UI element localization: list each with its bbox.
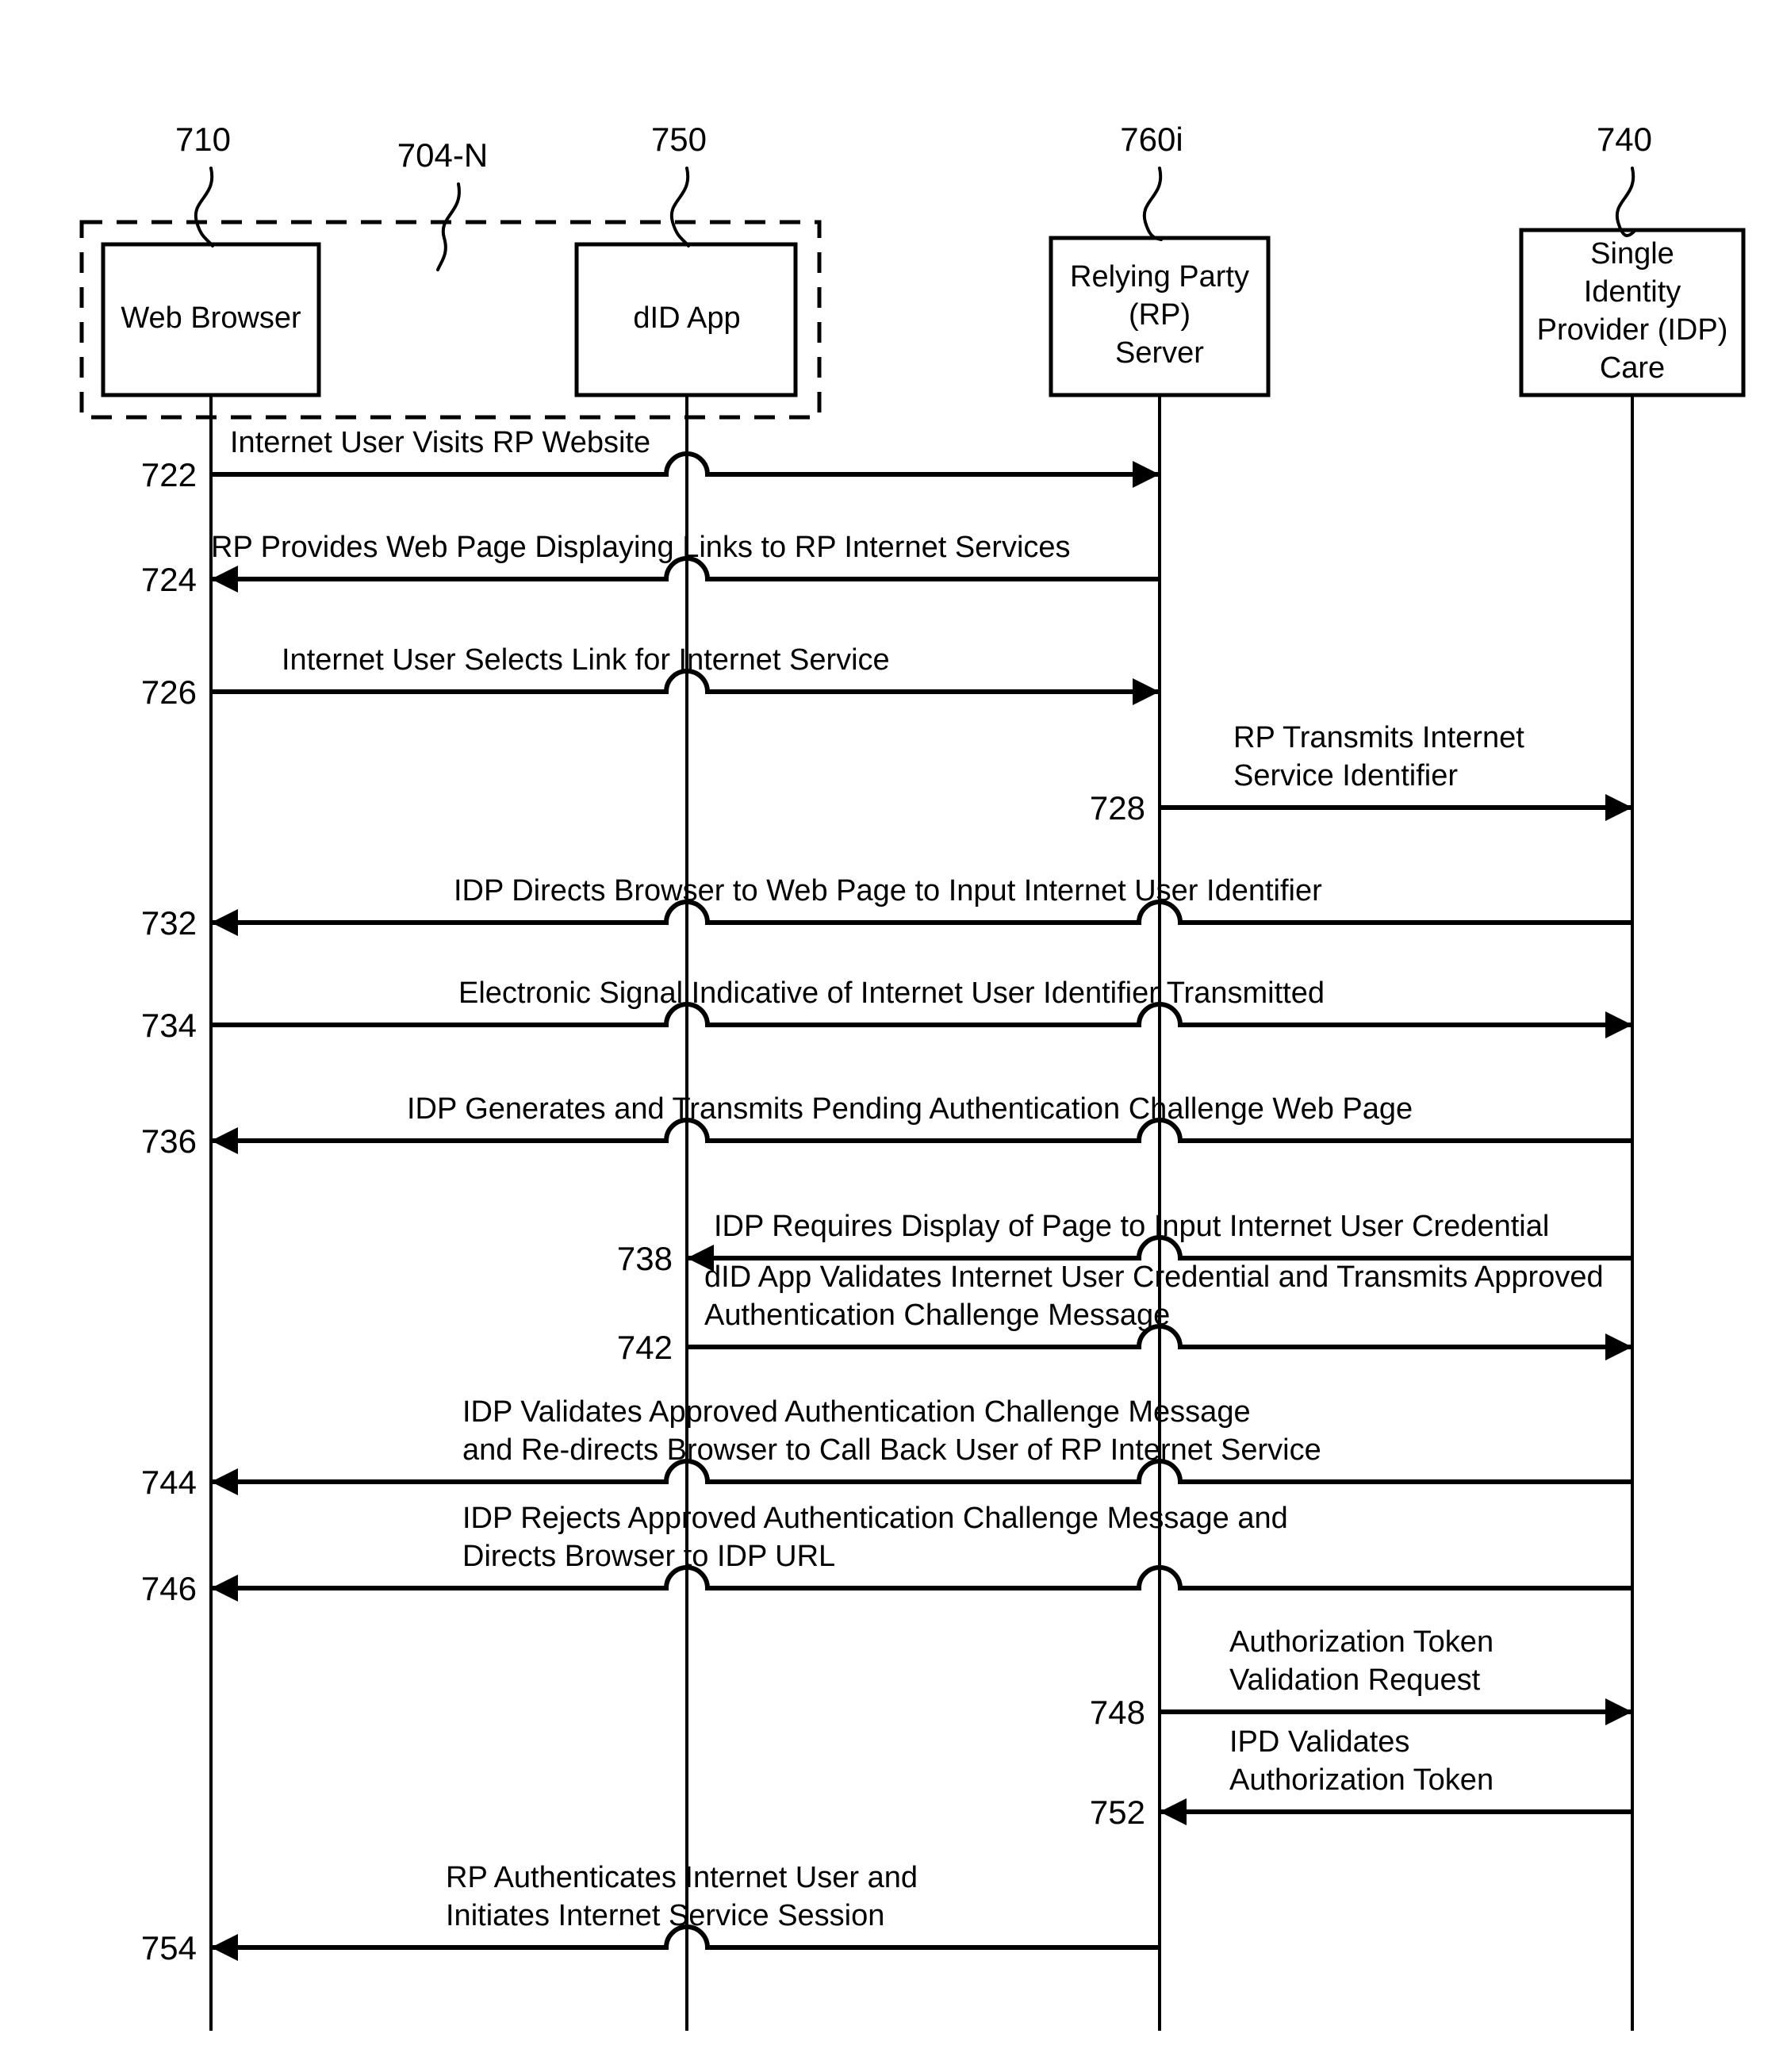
arrow-head-746 <box>211 1575 238 1602</box>
message-label-732: IDP Directs Browser to Web Page to Input… <box>454 874 1322 907</box>
entity-layer: Web Browser dID App Relying Party (RP) Serve… <box>101 228 1746 397</box>
sequence-diagram-svg: Web Browser dID App Relying Party (RP) Serve… <box>79 121 1746 2031</box>
message-722[interactable]: 722 Internet User Visits RP Website <box>141 426 1160 493</box>
reference-number-layer: 704-N 710 750 760i 740 <box>175 121 1652 247</box>
message-label-754: Initiates Internet Service Session <box>446 1899 884 1932</box>
message-734[interactable]: 734 Electronic Signal Indicative of Inter… <box>141 977 1632 1044</box>
message-label-746: Directs Browser to IDP URL <box>462 1540 835 1573</box>
step-number-752: 752 <box>1090 1794 1145 1831</box>
message-752[interactable]: 752 IPD Validates Authorization Token <box>1090 1725 1632 1831</box>
arrow-head-736 <box>211 1127 238 1154</box>
arrow-head-726 <box>1133 678 1160 705</box>
message-label-752: IPD Validates <box>1229 1725 1409 1759</box>
message-label-748: Validation Request <box>1229 1663 1481 1697</box>
ref-number-browser: 710 <box>175 121 231 158</box>
message-728[interactable]: 728 RP Transmits Internet Service Identifi… <box>1090 721 1632 827</box>
step-number-732: 732 <box>141 904 197 942</box>
entity-label-didapp: dID App <box>633 301 740 335</box>
entity-label-idp: Single <box>1590 237 1674 271</box>
message-label-726: Internet User Selects Link for Internet … <box>282 643 890 677</box>
message-754[interactable]: 754 RP Authenticates Internet User and Ini… <box>141 1861 1160 1966</box>
step-number-748: 748 <box>1090 1694 1145 1731</box>
message-label-748: Authorization Token <box>1229 1625 1494 1659</box>
step-number-746: 746 <box>141 1570 197 1607</box>
arrow-head-744 <box>211 1468 238 1495</box>
ref-number-rp: 760i <box>1120 121 1183 158</box>
ref-leader-idp <box>1615 167 1635 237</box>
ref-leader-didapp <box>669 167 690 247</box>
message-label-734: Electronic Signal Indicative of Internet… <box>458 977 1325 1010</box>
ref-leader-browser <box>194 167 214 247</box>
entity-label-idp: Provider (IDP) <box>1537 313 1728 347</box>
message-label-742: dID App Validates Internet User Credenti… <box>704 1260 1604 1294</box>
step-number-744: 744 <box>141 1464 197 1501</box>
entity-label-rp: (RP) <box>1129 298 1191 332</box>
message-line-746 <box>211 1565 1632 1590</box>
sequence-diagram-canvas: Web Browser dID App Relying Party (RP) Serve… <box>0 0 1783 2072</box>
arrow-head-732 <box>211 909 238 936</box>
message-744[interactable]: 744 IDP Validates Approved Authentication… <box>141 1395 1632 1501</box>
message-726[interactable]: 726 Internet User Selects Link for Intern… <box>141 643 1160 711</box>
message-748[interactable]: 748 Authorization Token Validation Request <box>1090 1625 1632 1731</box>
arrow-head-728 <box>1605 794 1632 821</box>
ref-number-idp: 740 <box>1597 121 1652 158</box>
message-label-754: RP Authenticates Internet User and <box>446 1861 918 1894</box>
entity-label-idp: Care <box>1600 351 1665 385</box>
group-ref-leader-line <box>436 182 461 271</box>
step-number-726: 726 <box>141 673 197 711</box>
message-label-728: Service Identifier <box>1233 759 1458 792</box>
ref-number-didapp: 750 <box>651 121 707 158</box>
step-number-734: 734 <box>141 1007 197 1044</box>
arrow-head-724 <box>211 566 238 593</box>
entity-label-rp: Server <box>1115 336 1204 370</box>
message-label-738: IDP Requires Display of Page to Input In… <box>714 1210 1549 1243</box>
message-742[interactable]: 742 dID App Validates Internet User Crede… <box>617 1260 1632 1366</box>
arrow-head-722 <box>1133 461 1160 488</box>
message-736[interactable]: 736 IDP Generates and Transmits Pending A… <box>141 1092 1632 1160</box>
arrow-head-754 <box>211 1934 238 1961</box>
message-label-724: RP Provides Web Page Displaying Links to… <box>211 531 1071 564</box>
message-label-744: IDP Validates Approved Authentication Ch… <box>462 1395 1251 1429</box>
message-label-746: IDP Rejects Approved Authentication Chal… <box>462 1502 1288 1535</box>
step-number-736: 736 <box>141 1122 197 1160</box>
arrow-head-734 <box>1605 1011 1632 1038</box>
step-number-728: 728 <box>1090 789 1145 827</box>
message-label-722: Internet User Visits RP Website <box>230 426 650 459</box>
entity-label-browser: Web Browser <box>121 301 301 335</box>
step-number-754: 754 <box>141 1929 197 1966</box>
step-number-722: 722 <box>141 456 197 493</box>
message-732[interactable]: 732 IDP Directs Browser to Web Page to In… <box>141 874 1632 942</box>
message-layer: 722 Internet User Visits RP Website 724 RP … <box>141 426 1632 1966</box>
message-label-728: RP Transmits Internet <box>1233 721 1524 754</box>
arrow-head-748 <box>1605 1698 1632 1725</box>
entity-label-idp: Identity <box>1584 275 1681 309</box>
ref-leader-rp <box>1142 167 1163 241</box>
group-ref-number: 704-N <box>397 136 488 174</box>
message-label-744: and Re-directs Browser to Call Back User… <box>462 1433 1321 1467</box>
step-number-724: 724 <box>141 561 197 598</box>
message-label-736: IDP Generates and Transmits Pending Auth… <box>407 1092 1413 1126</box>
arrow-head-752 <box>1160 1798 1187 1825</box>
step-number-738: 738 <box>617 1240 673 1277</box>
step-number-742: 742 <box>617 1329 673 1366</box>
arrow-head-742 <box>1605 1333 1632 1360</box>
message-724[interactable]: 724 RP Provides Web Page Displaying Links… <box>141 531 1160 598</box>
message-label-752: Authorization Token <box>1229 1763 1494 1797</box>
message-746[interactable]: 746 IDP Rejects Approved Authentication C… <box>141 1502 1632 1607</box>
entity-label-rp: Relying Party <box>1070 260 1249 294</box>
message-label-742: Authentication Challenge Message <box>704 1299 1170 1332</box>
